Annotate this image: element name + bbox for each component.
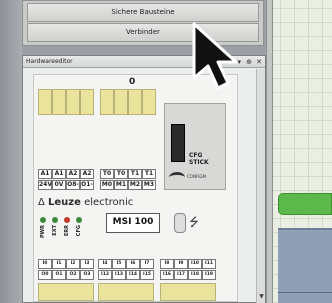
- config-logo-text: CONFIGM: [187, 174, 206, 179]
- terminal-label: O0: [38, 270, 52, 280]
- terminal-block: [114, 89, 128, 115]
- terminal-label: T0: [114, 169, 128, 179]
- terminal-label: 24V: [38, 180, 52, 190]
- config-logo-icon: [169, 172, 185, 183]
- terminal-label: I17: [174, 270, 188, 280]
- err-led-icon: [64, 217, 70, 223]
- led-label: EXT: [52, 225, 58, 236]
- terminal-label: I16: [160, 270, 174, 280]
- terminal-block: [128, 89, 142, 115]
- terminal-block: [52, 89, 66, 115]
- terminal-label: I1: [52, 259, 66, 269]
- terminal-block: [80, 89, 94, 115]
- terminal-label: I6: [126, 259, 140, 269]
- terminal-label: M2: [128, 180, 142, 190]
- terminal-label: O1-: [80, 180, 94, 190]
- ext-led-icon: [52, 217, 58, 223]
- close-icon[interactable]: ✕: [256, 56, 262, 68]
- terminal-label: I4: [98, 259, 112, 269]
- terminal-label: I8: [160, 259, 174, 269]
- terminal-label: T1: [128, 169, 142, 179]
- terminal-label: I19: [202, 270, 216, 280]
- terminal-label: A1: [52, 169, 66, 179]
- terminal-label: I10: [188, 259, 202, 269]
- module-number: 0: [129, 77, 136, 87]
- terminal-label: I15: [140, 270, 154, 280]
- terminal-label: I3: [80, 259, 94, 269]
- terminal-label: I18: [188, 270, 202, 280]
- model-label: MSI 100: [106, 213, 160, 233]
- cfg-led-icon: [76, 217, 82, 223]
- canvas-green-element[interactable]: [278, 193, 332, 215]
- terminal-block: [160, 283, 216, 301]
- terminal-label: I12: [98, 270, 112, 280]
- terminal-label: A1: [38, 169, 52, 179]
- terminal-label: A2: [66, 169, 80, 179]
- terminal-block: [38, 283, 94, 301]
- terminal-block: [142, 89, 156, 115]
- terminal-label: I13: [112, 270, 126, 280]
- usb-port[interactable]: [174, 213, 186, 233]
- vertical-scrollbar[interactable]: ▼: [256, 69, 265, 303]
- led-label: PWR: [40, 225, 46, 239]
- terminal-label: I5: [112, 259, 126, 269]
- terminal-label: 0V: [52, 180, 66, 190]
- terminal-label: A2: [80, 169, 94, 179]
- cfg-stick-label: CFG STICK: [189, 152, 209, 166]
- scroll-down-arrow-icon[interactable]: ▼: [257, 293, 266, 303]
- terminal-label: I7: [140, 259, 154, 269]
- led-label: ERR: [64, 225, 70, 237]
- splitter[interactable]: [266, 0, 273, 303]
- terminal-label: I11: [202, 259, 216, 269]
- brand-logo: Δ Leuze electronic: [38, 197, 133, 208]
- terminal-block: [38, 89, 52, 115]
- terminal-label: O2: [66, 270, 80, 280]
- terminal-label: T1: [142, 169, 156, 179]
- mouse-pointer-icon: [192, 22, 238, 90]
- terminal-label: M3: [142, 180, 156, 190]
- terminal-block: [100, 89, 114, 115]
- terminal-block: [66, 89, 80, 115]
- terminal-label: I9: [174, 259, 188, 269]
- brand-name: Leuze: [48, 197, 81, 208]
- usb-icon: ⭍: [189, 215, 199, 229]
- terminal-block: [98, 283, 154, 301]
- left-margin: [0, 0, 22, 303]
- tab-sichere-bausteine[interactable]: Sichere Bausteine: [27, 3, 259, 22]
- terminal-label: I0: [38, 259, 52, 269]
- msi100-device[interactable]: 0 A1 A1 A2 A2 T0 T0 T1 T1 24V 0V O8- O1-…: [33, 74, 238, 302]
- lower-panel: [278, 228, 332, 303]
- terminal-label: O8-: [66, 180, 80, 190]
- terminal-label: O1: [52, 270, 66, 280]
- panel-title: Hardwareeditor: [26, 58, 73, 65]
- terminal-label: T0: [100, 169, 114, 179]
- terminal-label: I14: [126, 270, 140, 280]
- pwr-led-icon: [40, 217, 46, 223]
- led-label: CFG: [76, 225, 82, 237]
- terminal-label: M0: [100, 180, 114, 190]
- terminal-label: I2: [66, 259, 80, 269]
- cfg-stick-port: [171, 124, 185, 162]
- leuze-logo-icon: Δ: [38, 197, 45, 208]
- terminal-label: O3: [80, 270, 94, 280]
- terminal-label: M1: [114, 180, 128, 190]
- brand-suffix: electronic: [84, 197, 134, 208]
- cfg-stick-slot[interactable]: CFG STICK CONFIGM: [164, 103, 226, 190]
